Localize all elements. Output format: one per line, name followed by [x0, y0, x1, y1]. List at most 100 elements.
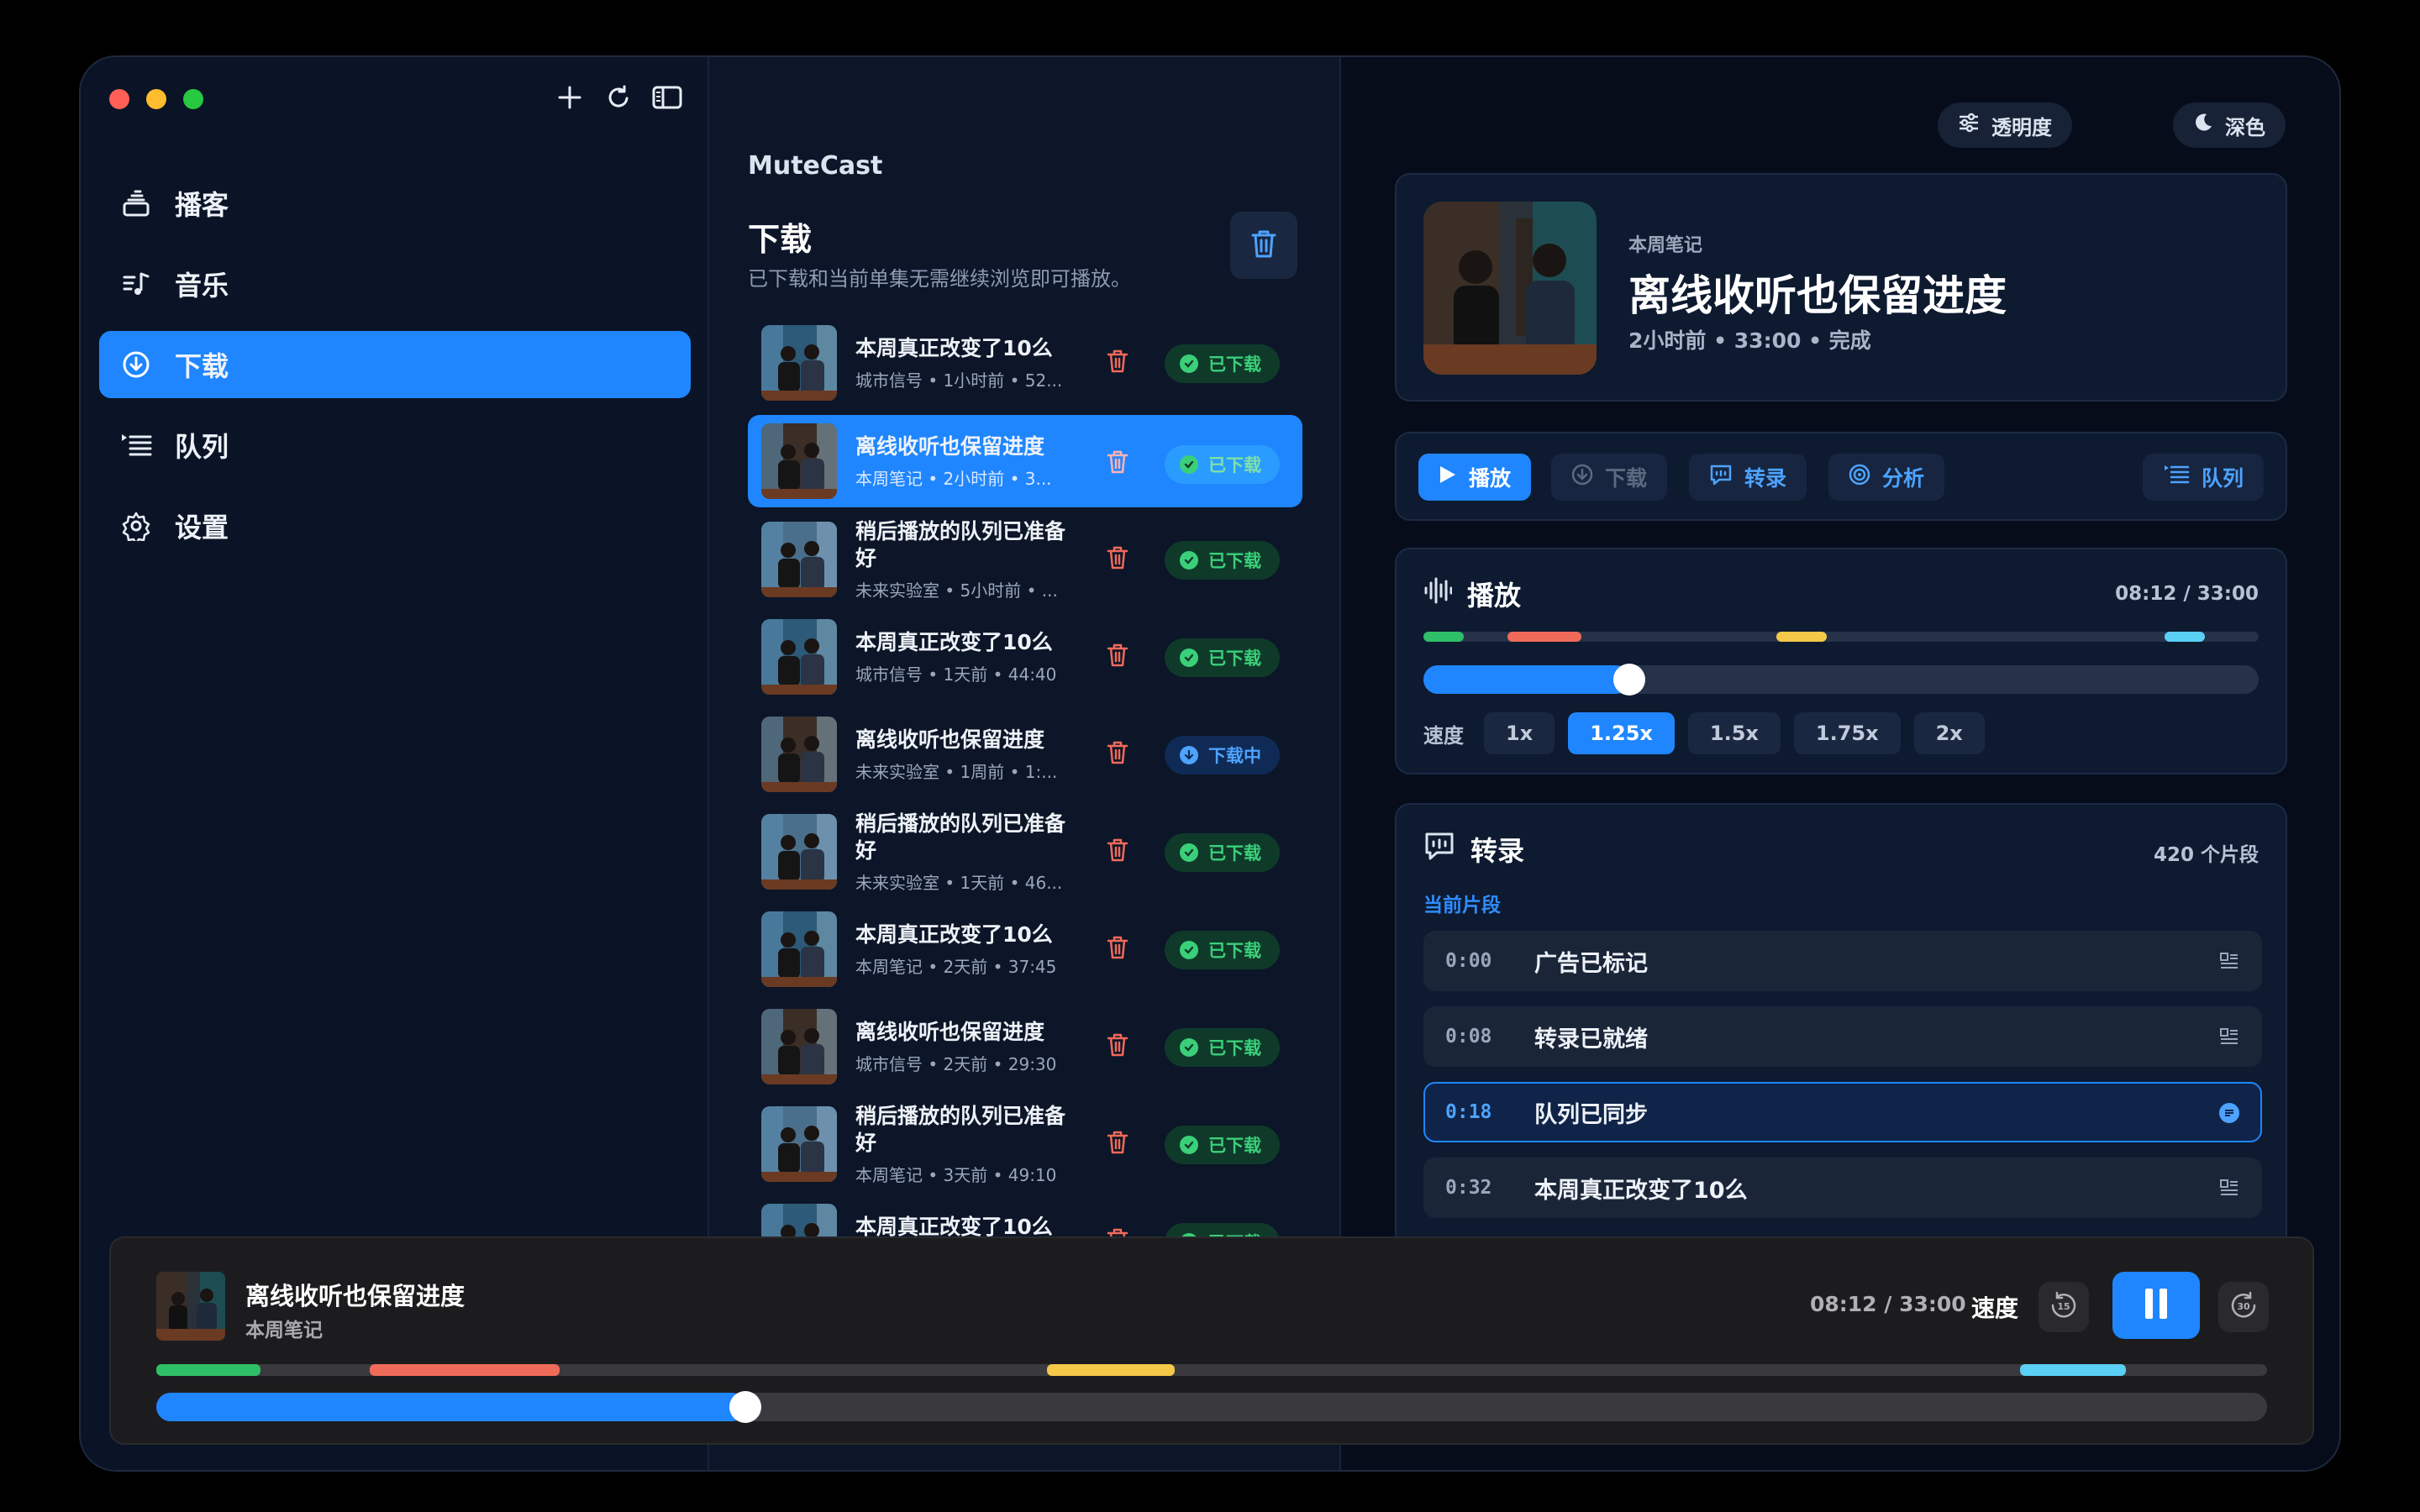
delete-episode-button[interactable]	[1101, 738, 1134, 771]
sidebar-item-queue[interactable]: 队列	[99, 412, 691, 479]
download-row[interactable]: 离线收听也保留进度 本周笔记 • 2小时前 • 3... 已下载	[748, 415, 1302, 507]
download-row[interactable]: 离线收听也保留进度 未来实验室 • 1周前 • 1:... 下载中	[748, 706, 1302, 803]
delete-episode-button[interactable]	[1101, 835, 1134, 869]
play-icon	[1439, 465, 1457, 490]
queue-button[interactable]: 队列	[2143, 454, 2265, 501]
transparency-button[interactable]: 透明度	[1938, 102, 2072, 148]
row-title: 本周真正改变了10么	[855, 335, 1053, 360]
speed-option[interactable]: 1.5x	[1687, 712, 1781, 754]
download-button[interactable]: 下载	[1551, 454, 1668, 501]
segment-list-icon[interactable]	[2218, 1026, 2240, 1048]
sidebar-toggle-icon[interactable]	[650, 81, 684, 114]
transcript-header: 转录	[1423, 830, 1524, 869]
sidebar-item-label: 播客	[175, 189, 229, 221]
sidebar-item-settings[interactable]: 设置	[99, 492, 691, 559]
trash-icon	[1106, 449, 1129, 478]
zoom-window-button[interactable]	[183, 89, 203, 109]
plus-icon[interactable]	[553, 81, 587, 114]
segment-list-icon[interactable]	[2218, 1178, 2240, 1200]
transcript-segment[interactable]: 0:18 队列已同步	[1423, 1082, 2262, 1142]
episode-thumbnail	[761, 619, 837, 695]
sidebar-item-podcasts[interactable]: 播客	[99, 170, 691, 237]
episode-thumbnail	[761, 814, 837, 890]
queue-icon	[2163, 464, 2190, 491]
transcript-button[interactable]: 转录	[1689, 454, 1807, 501]
delete-episode-button[interactable]	[1101, 447, 1134, 480]
download-row[interactable]: 离线收听也保留进度 城市信号 • 2天前 • 29:30 已下载	[748, 998, 1302, 1095]
close-window-button[interactable]	[109, 89, 129, 109]
transcript-segment[interactable]: 0:00 广告已标记	[1423, 931, 2262, 991]
delete-episode-button[interactable]	[1101, 543, 1134, 576]
player-progress-knob[interactable]	[729, 1391, 761, 1423]
download-row[interactable]: 稍后播放的队列已准备好未来实验室 • 1天前 • 46... 已下载	[748, 803, 1302, 900]
transcript-segment[interactable]: 0:08 转录已就绪	[1423, 1006, 2262, 1067]
speed-option[interactable]: 1x	[1484, 712, 1555, 754]
analyze-button[interactable]: 分析	[1828, 454, 1945, 501]
delete-episode-button[interactable]	[1101, 932, 1134, 966]
row-meta: 城市信号 • 1小时前 • 52...	[855, 370, 1063, 391]
sidebar-item-music[interactable]: 音乐	[99, 250, 691, 318]
svg-text:15: 15	[2057, 1301, 2070, 1312]
status-label: 下载中	[1208, 746, 1261, 766]
transparency-label: 透明度	[1991, 115, 2052, 139]
download-row[interactable]: 稍后播放的队列已准备好 本周笔记 • 3天前 • 49:10 已下载	[748, 1095, 1302, 1193]
download-row[interactable]: 稍后播放的队列已准备好 未来实验室 • 5小时前 • ... 已下载	[748, 511, 1302, 608]
playback-progress-fill	[1423, 665, 1629, 694]
row-meta: 本周笔记 • 3天前 • 49:10	[855, 1164, 1057, 1185]
episode-thumbnail	[761, 717, 837, 792]
trash-icon	[1249, 228, 1278, 262]
speed-option[interactable]: 1.25x	[1568, 712, 1675, 754]
sidebar-toolbar	[553, 81, 684, 114]
status-label: 已下载	[1208, 1038, 1261, 1058]
transcript-label: 转录	[1744, 466, 1787, 491]
app-window: 播客 音乐 下载 队列 设置 MuteCast 下载 已下载和当前单集无需继续浏…	[79, 55, 2341, 1472]
player-title: 离线收听也保留进度	[245, 1282, 466, 1310]
delete-episode-button[interactable]	[1101, 1127, 1134, 1161]
delete-all-button[interactable]	[1230, 212, 1297, 279]
playing-segment-icon[interactable]	[2218, 1102, 2240, 1124]
row-meta: 未来实验室 • 1天前 • 46...	[855, 872, 1063, 893]
player-progress-slider[interactable]	[156, 1391, 2267, 1423]
speed-option[interactable]: 1.75x	[1793, 712, 1901, 754]
current-segment-link[interactable]: 当前片段	[1423, 889, 1501, 917]
dark-mode-button[interactable]: 深色	[2173, 102, 2286, 148]
row-text: 离线收听也保留进度 未来实验室 • 1周前 • 1:...	[855, 727, 1065, 783]
segment-list-icon[interactable]	[2218, 951, 2240, 973]
minimize-window-button[interactable]	[146, 89, 166, 109]
sliders-icon	[1958, 112, 1980, 139]
sidebar-item-downloads[interactable]: 下载	[99, 331, 691, 398]
play-button[interactable]: 播放	[1418, 454, 1532, 501]
download-row[interactable]: 本周真正改变了10么 城市信号 • 1小时前 • 52... 已下载	[748, 314, 1302, 412]
moon-icon	[2193, 113, 2213, 138]
playback-progress-knob[interactable]	[1612, 664, 1645, 696]
skip-back-button[interactable]: 15	[2039, 1282, 2089, 1332]
sidebar-item-label: 设置	[175, 512, 229, 543]
check-icon	[1180, 354, 1198, 373]
status-badge: 已下载	[1165, 833, 1280, 872]
refresh-icon[interactable]	[602, 81, 635, 114]
pause-button[interactable]	[2112, 1272, 2200, 1339]
status-label: 已下载	[1208, 941, 1261, 961]
player-speed-button[interactable]: 速度	[1971, 1290, 2018, 1324]
segment-green	[1423, 632, 1464, 642]
playback-progress-slider[interactable]	[1423, 664, 2259, 696]
row-title: 离线收听也保留进度	[855, 1019, 1045, 1044]
delete-episode-button[interactable]	[1101, 640, 1134, 674]
skip-forward-button[interactable]: 30	[2218, 1282, 2269, 1332]
playback-title: 播放	[1467, 580, 1522, 612]
traffic-lights	[109, 89, 203, 109]
check-icon	[1180, 551, 1198, 570]
row-text: 稍后播放的队列已准备好 未来实验室 • 5小时前 • ...	[855, 518, 1065, 601]
transcript-segment[interactable]: 0:32 本周真正改变了10么	[1423, 1158, 2262, 1218]
delete-episode-button[interactable]	[1101, 1030, 1134, 1063]
download-row[interactable]: 本周真正改变了10么 城市信号 • 1天前 • 44:40 已下载	[748, 608, 1302, 706]
row-title: 离线收听也保留进度	[855, 433, 1045, 459]
segment-yellow	[1776, 632, 1827, 642]
download-row[interactable]: 本周真正改变了10么 本周笔记 • 2天前 • 37:45 已下载	[748, 900, 1302, 998]
episode-thumbnail	[761, 911, 837, 987]
delete-episode-button[interactable]	[1101, 346, 1134, 380]
speed-option[interactable]: 2x	[1913, 712, 1985, 754]
status-badge: 下载中	[1165, 736, 1280, 774]
row-title: 稍后播放的队列已准备好	[855, 811, 1065, 863]
play-label: 播放	[1469, 466, 1512, 491]
